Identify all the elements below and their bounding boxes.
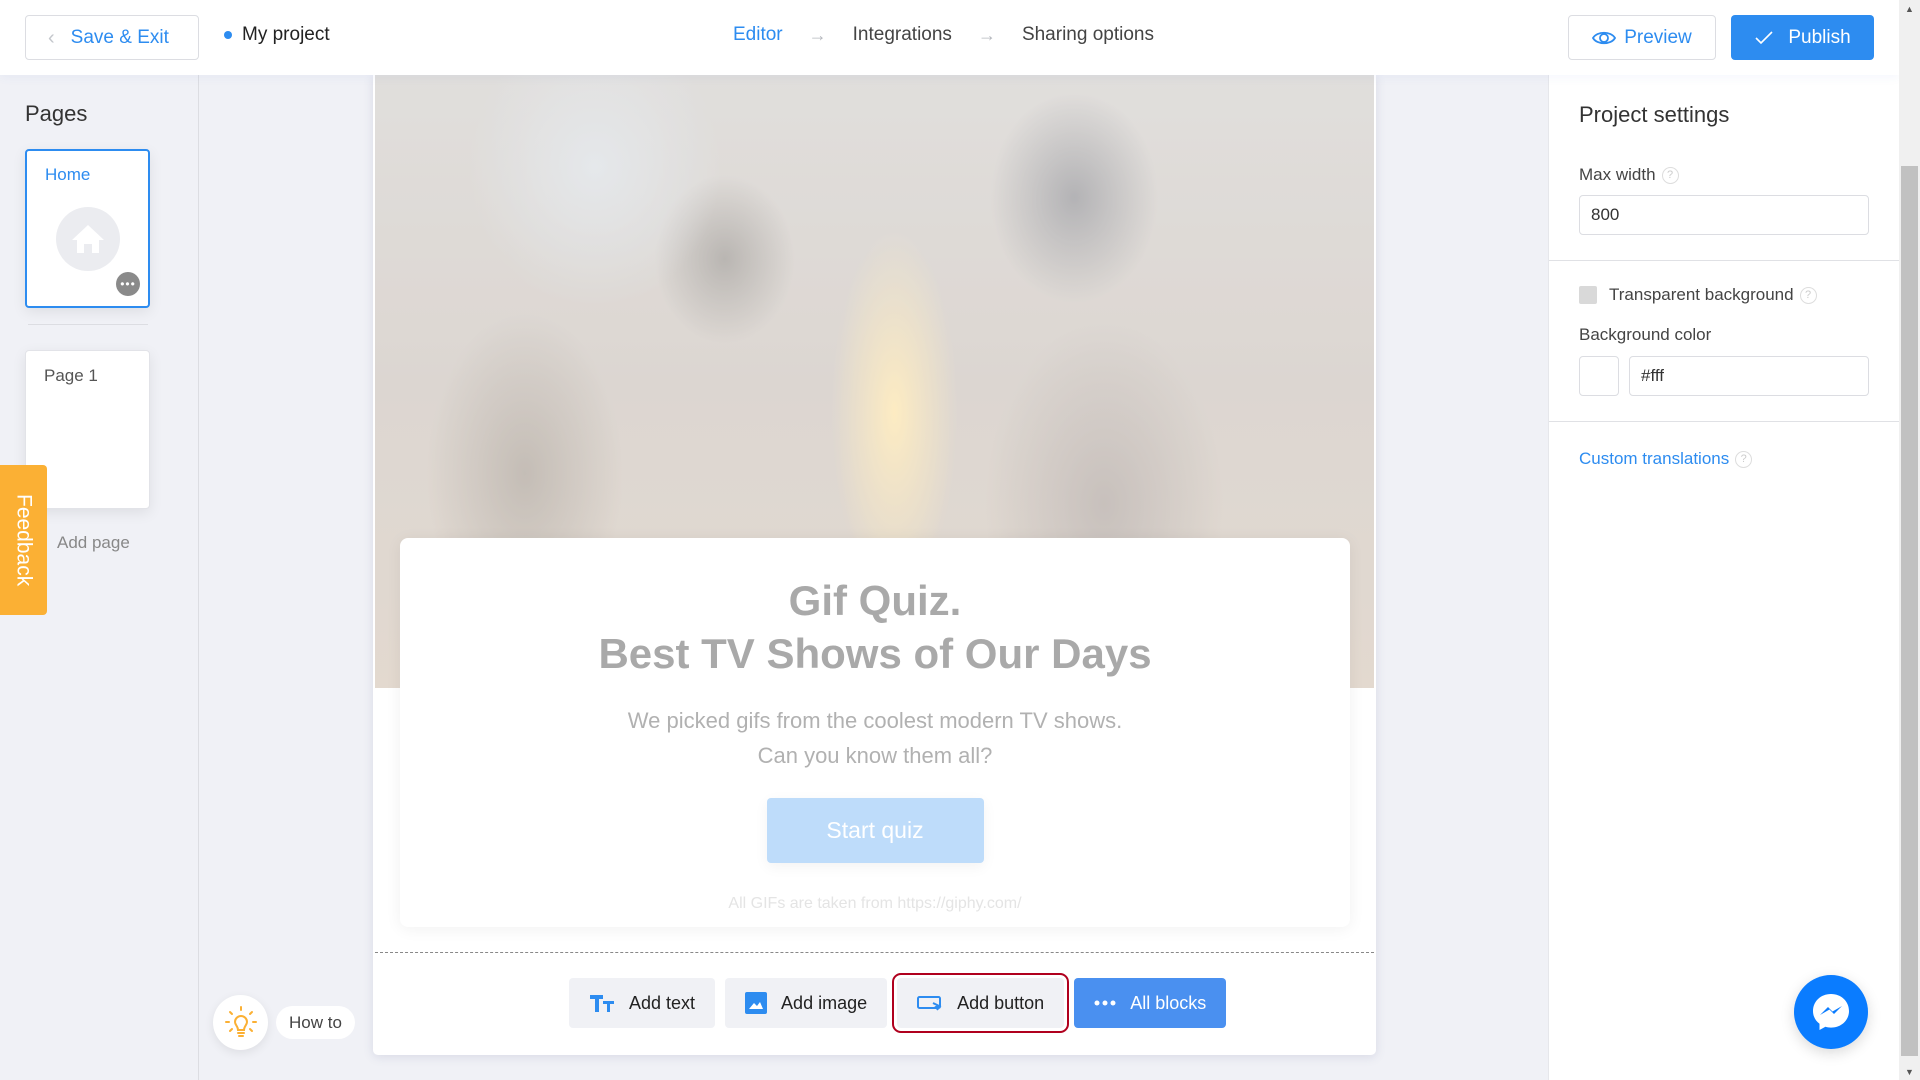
dashed-divider (375, 952, 1374, 953)
pages-heading: Pages (25, 101, 88, 126)
arrow-right-icon: → (977, 24, 996, 45)
chevron-left-icon: ‹ (48, 26, 55, 49)
max-width-input[interactable]: 800 (1579, 195, 1869, 235)
max-width-label: Max width ? (1579, 165, 1679, 185)
add-image-label: Add image (781, 992, 868, 1013)
preview-label: Preview (1624, 26, 1692, 48)
custom-translations-link[interactable]: Custom translations ? (1579, 449, 1753, 469)
how-to-label[interactable]: How to (276, 1006, 355, 1039)
status-dot-icon (224, 31, 232, 39)
quiz-description[interactable]: We picked gifs from the coolest modern T… (400, 703, 1350, 773)
help-icon[interactable]: ? (1799, 286, 1817, 304)
max-width-label-text: Max width (1579, 165, 1656, 184)
more-options-icon[interactable]: ••• (116, 272, 140, 296)
publish-button[interactable]: Publish (1731, 15, 1874, 60)
project-settings-heading: Project settings (1579, 102, 1730, 127)
editor-canvas: Gif Quiz. Best TV Shows of Our Days We p… (373, 75, 1376, 1055)
add-image-button[interactable]: Add image (725, 978, 888, 1028)
messenger-icon (1813, 994, 1849, 1030)
scroll-up-arrow-icon[interactable]: ▲ (1899, 0, 1920, 17)
custom-translations-label: Custom translations (1579, 449, 1730, 468)
feedback-tab[interactable]: Feedback (0, 465, 47, 615)
home-icon (56, 207, 120, 271)
add-text-label: Add text (629, 992, 696, 1013)
publish-label: Publish (1788, 26, 1851, 48)
background-color-input[interactable]: #fff (1629, 356, 1869, 396)
add-text-button[interactable]: Add text (569, 978, 716, 1028)
divider (1549, 421, 1900, 422)
quiz-title-line-2: Best TV Shows of Our Days (598, 630, 1152, 677)
page-card-label: Home (45, 165, 91, 184)
quiz-start-card[interactable]: Gif Quiz. Best TV Shows of Our Days We p… (400, 538, 1350, 927)
page-card-label: Page 1 (44, 366, 98, 385)
divider (28, 324, 148, 325)
check-icon (1755, 30, 1773, 44)
save-exit-label: Save & Exit (70, 26, 169, 48)
transparent-background-label-text: Transparent background (1609, 285, 1794, 304)
add-page-link[interactable]: Add page (57, 533, 130, 553)
page-card-home[interactable]: Home ••• (25, 149, 150, 308)
step-integrations[interactable]: Integrations (853, 24, 952, 46)
quiz-description-line-2: Can you know them all? (757, 743, 993, 768)
transparent-background-checkbox[interactable] (1579, 286, 1597, 304)
lightbulb-icon (224, 1005, 257, 1037)
help-icon[interactable]: ? (1661, 166, 1679, 184)
eye-icon (1592, 31, 1617, 44)
scroll-down-arrow-icon[interactable]: ▼ (1899, 1063, 1920, 1080)
step-navigation: Editor → Integrations → Sharing options (733, 24, 1154, 46)
add-block-toolbar: Add text Add image Add button All blocks (569, 973, 1227, 1033)
text-icon (590, 995, 614, 1012)
all-blocks-label: All blocks (1130, 992, 1207, 1013)
start-quiz-button[interactable]: Start quiz (766, 798, 984, 863)
quiz-title[interactable]: Gif Quiz. Best TV Shows of Our Days (400, 574, 1350, 680)
help-icon[interactable]: ? (1735, 450, 1753, 468)
gif-credit-text[interactable]: All GIFs are taken from https://giphy.co… (400, 895, 1350, 913)
project-settings-panel: Project settings Max width ? 800 Transpa… (1548, 75, 1900, 1080)
all-blocks-button[interactable]: All blocks (1074, 978, 1227, 1028)
divider (1549, 260, 1900, 261)
add-button-button[interactable]: Add button (892, 973, 1070, 1033)
quiz-title-line-1: Gif Quiz. (788, 577, 962, 624)
vertical-scrollbar[interactable]: ▲ ▼ (1899, 0, 1920, 1080)
feedback-label: Feedback (12, 493, 36, 587)
image-icon (745, 992, 768, 1014)
button-icon (917, 996, 942, 1011)
preview-button[interactable]: Preview (1568, 15, 1716, 60)
step-editor[interactable]: Editor (733, 24, 783, 46)
transparent-background-label: Transparent background ? (1609, 285, 1817, 305)
project-name: My project (224, 24, 330, 46)
arrow-right-icon: → (808, 24, 827, 45)
background-color-label: Background color (1579, 325, 1712, 344)
messenger-chat-button[interactable] (1794, 975, 1868, 1049)
more-horizontal-icon (1094, 1000, 1116, 1006)
scrollbar-thumb[interactable] (1901, 166, 1918, 1056)
quiz-description-line-1: We picked gifs from the coolest modern T… (627, 708, 1123, 733)
add-button-label: Add button (957, 992, 1045, 1013)
project-name-text: My project (242, 24, 330, 45)
top-bar: ‹ Save & Exit My project Editor → Integr… (0, 0, 1899, 75)
background-color-swatch[interactable] (1579, 356, 1619, 396)
step-sharing-options[interactable]: Sharing options (1022, 24, 1154, 46)
save-exit-button[interactable]: ‹ Save & Exit (25, 15, 199, 60)
how-to-button[interactable] (213, 995, 268, 1050)
